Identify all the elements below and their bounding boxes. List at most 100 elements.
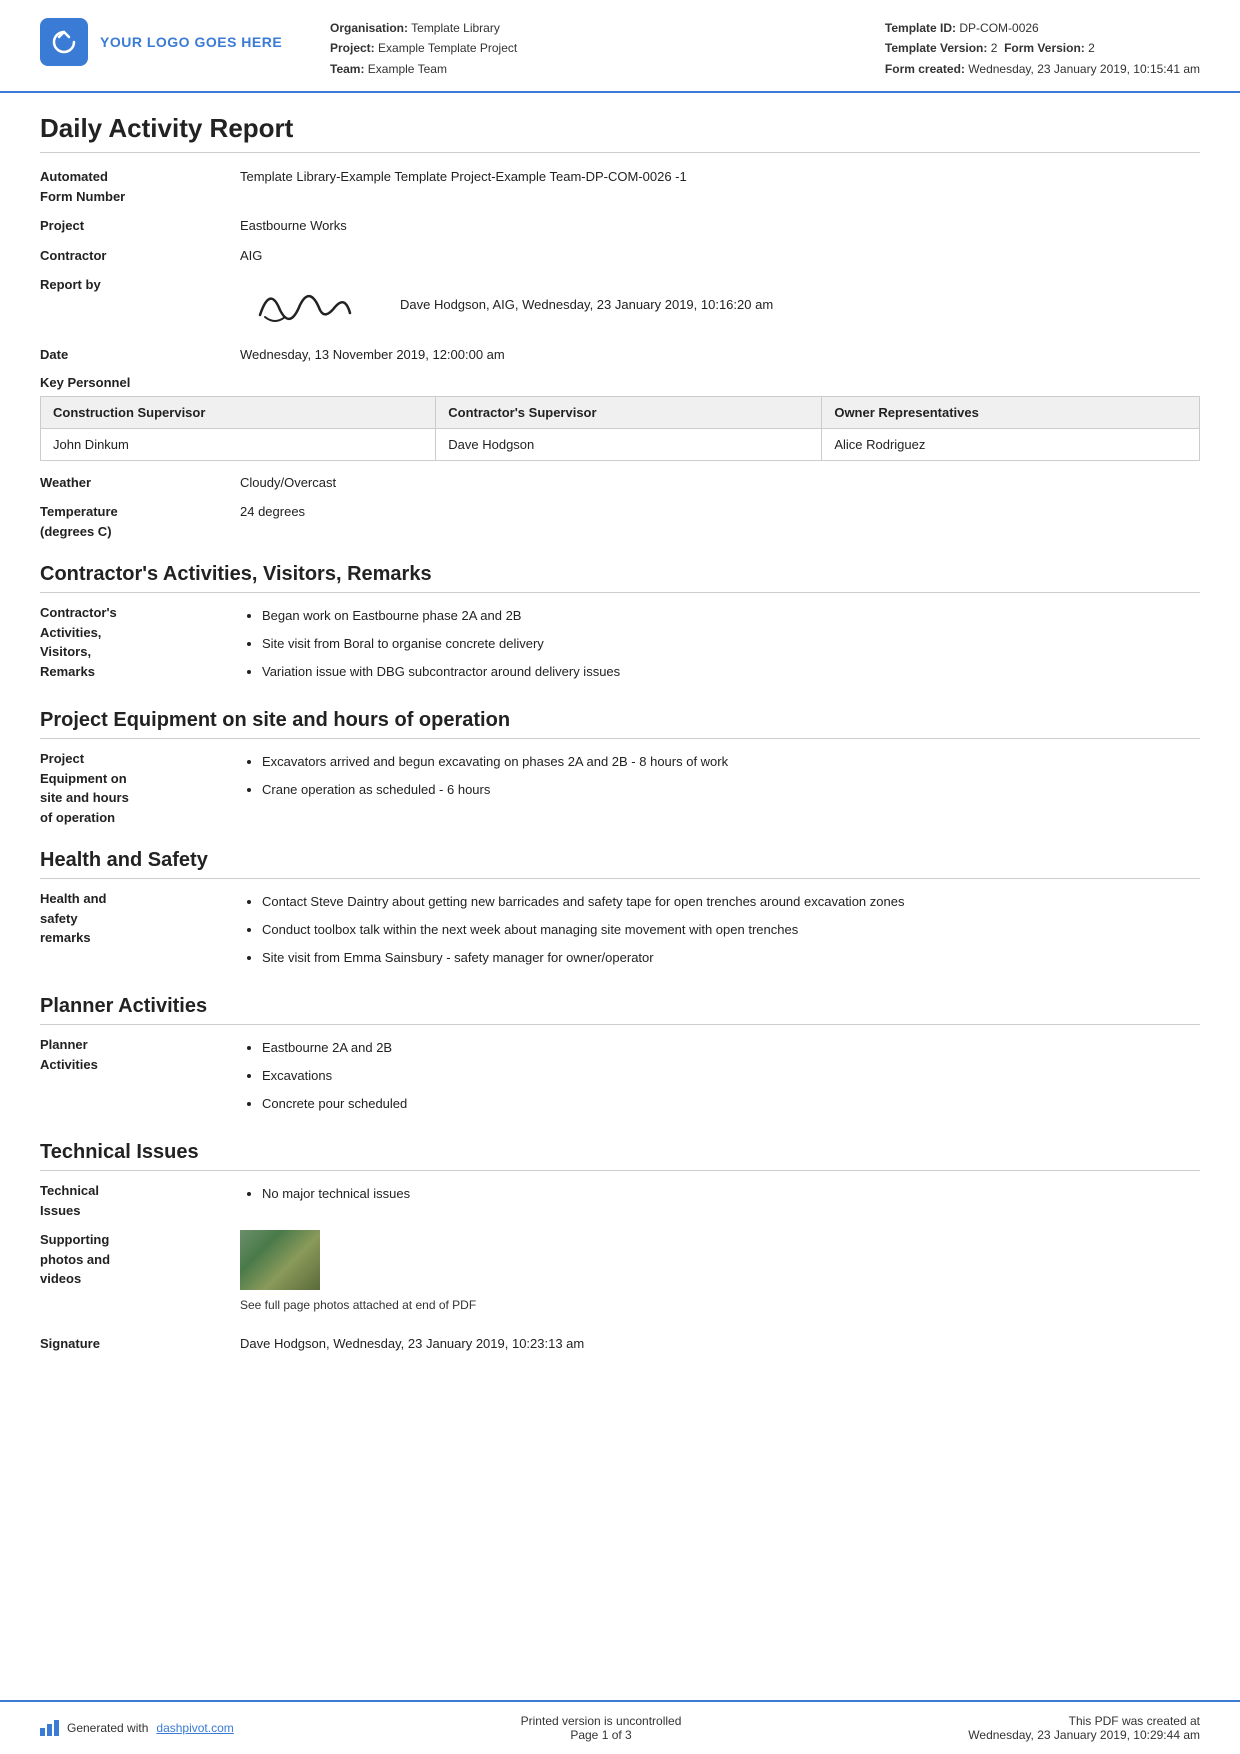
cell-owner-representatives: Alice Rodriguez — [822, 428, 1200, 460]
project-label: Project — [40, 216, 240, 236]
section-list-contractors-activities: Began work on Eastbourne phase 2A and 2B… — [240, 603, 1200, 685]
list-item: Began work on Eastbourne phase 2A and 2B — [262, 603, 1200, 629]
template-version-label: Template Version: — [885, 41, 987, 55]
section-value-contractors-activities: Began work on Eastbourne phase 2A and 2B… — [240, 603, 1200, 687]
template-id-label: Template ID: — [885, 21, 956, 35]
automated-value: Template Library-Example Template Projec… — [240, 167, 1200, 187]
footer-page: Page 1 of 3 — [521, 1728, 682, 1742]
key-personnel-label: Key Personnel — [40, 375, 1200, 390]
section-title-contractors-activities: Contractor's Activities, Visitors, Remar… — [40, 563, 1200, 593]
col-owner-representatives: Owner Representatives — [822, 396, 1200, 428]
section-row-health-safety: Health andsafetyremarksContact Steve Dai… — [40, 889, 1200, 973]
report-title: Daily Activity Report — [40, 113, 1200, 153]
footer-generated-text: Generated with — [67, 1721, 148, 1735]
form-created-value: Wednesday, 23 January 2019, 10:15:41 am — [968, 62, 1200, 76]
footer-uncontrolled: Printed version is uncontrolled — [521, 1714, 682, 1728]
section-row-contractors-activities: Contractor'sActivities,Visitors,RemarksB… — [40, 603, 1200, 687]
footer-right: This PDF was created at Wednesday, 23 Ja… — [968, 1714, 1200, 1742]
project-row: Project Eastbourne Works — [40, 216, 1200, 236]
col-contractors-supervisor: Contractor's Supervisor — [436, 396, 822, 428]
header-meta: Organisation: Template Library Project: … — [330, 18, 885, 79]
footer-bars-icon — [40, 1720, 59, 1736]
org-row: Organisation: Template Library — [330, 18, 885, 38]
report-by-label: Report by — [40, 275, 240, 295]
photo-thumb-inner — [240, 1230, 320, 1290]
personnel-header-row: Construction Supervisor Contractor's Sup… — [41, 396, 1200, 428]
project-value: Eastbourne Works — [240, 216, 1200, 236]
logo-icon — [40, 18, 88, 66]
footer-created-label: This PDF was created at — [968, 1714, 1200, 1728]
version-row: Template Version: 2 Form Version: 2 — [885, 38, 1200, 58]
automated-form-row: AutomatedForm Number Template Library-Ex… — [40, 167, 1200, 206]
logo-area: YOUR LOGO GOES HERE — [40, 18, 300, 66]
list-item: Concrete pour scheduled — [262, 1091, 1200, 1117]
supporting-photos-label: Supportingphotos andvideos — [40, 1230, 240, 1289]
list-item: No major technical issues — [262, 1181, 1200, 1207]
project-value: Example Template Project — [378, 41, 517, 55]
template-version-value: 2 — [991, 41, 998, 55]
template-id-row: Template ID: DP-COM-0026 — [885, 18, 1200, 38]
report-by-row: Report by Dave Hodgson, AIG, Wednesday, … — [40, 275, 1200, 335]
form-created-row: Form created: Wednesday, 23 January 2019… — [885, 59, 1200, 79]
bar-2 — [47, 1724, 52, 1736]
project-label: Project: — [330, 41, 375, 55]
contractor-value: AIG — [240, 246, 1200, 266]
page: YOUR LOGO GOES HERE Organisation: Templa… — [0, 0, 1240, 1754]
col-construction-supervisor: Construction Supervisor — [41, 396, 436, 428]
report-by-text: Dave Hodgson, AIG, Wednesday, 23 January… — [400, 295, 773, 315]
signature-label: Signature — [40, 1334, 240, 1354]
report-by-value: Dave Hodgson, AIG, Wednesday, 23 January… — [240, 275, 1200, 335]
footer-center: Printed version is uncontrolled Page 1 o… — [521, 1714, 682, 1742]
photo-caption: See full page photos attached at end of … — [240, 1296, 1200, 1314]
team-label: Team: — [330, 62, 364, 76]
section-label-planner-activities: PlannerActivities — [40, 1035, 240, 1074]
supporting-photos-row: Supportingphotos andvideos See full page… — [40, 1230, 1200, 1324]
bar-3 — [54, 1720, 59, 1736]
section-list-project-equipment: Excavators arrived and begun excavating … — [240, 749, 1200, 803]
section-label-technical-issues: TechnicalIssues — [40, 1181, 240, 1220]
logo-text: YOUR LOGO GOES HERE — [100, 34, 282, 50]
section-value-technical-issues: No major technical issues — [240, 1181, 1200, 1209]
report-by-signature — [240, 275, 370, 335]
section-row-planner-activities: PlannerActivitiesEastbourne 2A and 2BExc… — [40, 1035, 1200, 1119]
section-list-health-safety: Contact Steve Daintry about getting new … — [240, 889, 1200, 971]
bar-1 — [40, 1728, 45, 1736]
list-item: Site visit from Emma Sainsbury - safety … — [262, 945, 1200, 971]
signature-row: Signature Dave Hodgson, Wednesday, 23 Ja… — [40, 1334, 1200, 1354]
supporting-photos-value: See full page photos attached at end of … — [240, 1230, 1200, 1324]
footer: Generated with dashpivot.com Printed ver… — [0, 1700, 1240, 1754]
section-title-project-equipment: Project Equipment on site and hours of o… — [40, 709, 1200, 739]
list-item: Site visit from Boral to organise concre… — [262, 631, 1200, 657]
list-item: Crane operation as scheduled - 6 hours — [262, 777, 1200, 803]
footer-link[interactable]: dashpivot.com — [156, 1721, 233, 1735]
temperature-label: Temperature(degrees C) — [40, 502, 240, 541]
personnel-data-row: John Dinkum Dave Hodgson Alice Rodriguez — [41, 428, 1200, 460]
weather-value: Cloudy/Overcast — [240, 473, 1200, 493]
section-list-technical-issues: No major technical issues — [240, 1181, 1200, 1207]
header: YOUR LOGO GOES HERE Organisation: Templa… — [0, 0, 1240, 93]
team-row: Team: Example Team — [330, 59, 885, 79]
list-item: Contact Steve Daintry about getting new … — [262, 889, 1200, 915]
date-row: Date Wednesday, 13 November 2019, 12:00:… — [40, 345, 1200, 365]
footer-logo — [40, 1720, 59, 1736]
section-label-contractors-activities: Contractor'sActivities,Visitors,Remarks — [40, 603, 240, 681]
section-row-technical-issues: TechnicalIssues No major technical issues — [40, 1181, 1200, 1220]
template-id-value: DP-COM-0026 — [959, 21, 1038, 35]
contractor-label: Contractor — [40, 246, 240, 266]
section-title-health-safety: Health and Safety — [40, 849, 1200, 879]
weather-row: Weather Cloudy/Overcast — [40, 473, 1200, 493]
section-title-technical-issues: Technical Issues — [40, 1141, 1200, 1171]
contractor-row: Contractor AIG — [40, 246, 1200, 266]
section-list-planner-activities: Eastbourne 2A and 2BExcavationsConcrete … — [240, 1035, 1200, 1117]
section-value-health-safety: Contact Steve Daintry about getting new … — [240, 889, 1200, 973]
temperature-value: 24 degrees — [240, 502, 1200, 522]
cell-construction-supervisor: John Dinkum — [41, 428, 436, 460]
signature-value: Dave Hodgson, Wednesday, 23 January 2019… — [240, 1334, 1200, 1354]
temperature-row: Temperature(degrees C) 24 degrees — [40, 502, 1200, 541]
list-item: Excavators arrived and begun excavating … — [262, 749, 1200, 775]
section-value-project-equipment: Excavators arrived and begun excavating … — [240, 749, 1200, 805]
form-version-value: 2 — [1088, 41, 1095, 55]
section-row-project-equipment: ProjectEquipment onsite and hoursof oper… — [40, 749, 1200, 827]
date-value: Wednesday, 13 November 2019, 12:00:00 am — [240, 345, 1200, 365]
section-label-project-equipment: ProjectEquipment onsite and hoursof oper… — [40, 749, 240, 827]
